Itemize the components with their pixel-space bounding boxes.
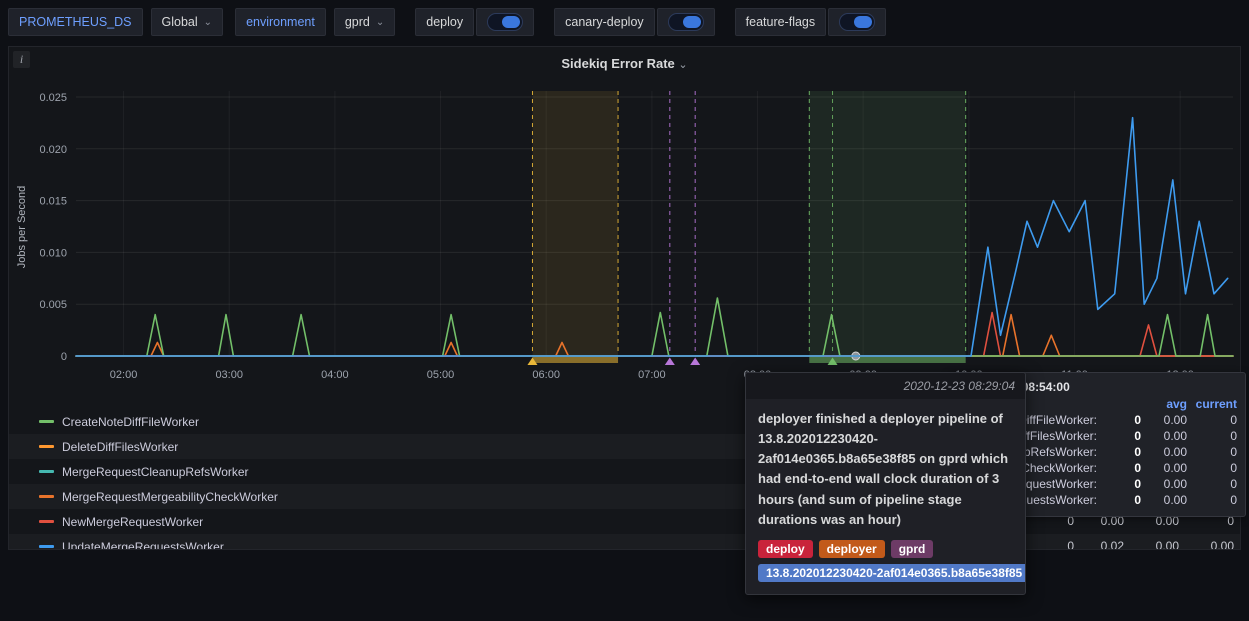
tooltip-col-avg: avg: [1166, 397, 1187, 411]
legend-item-label: DeleteDiffFilesWorker: [62, 440, 178, 454]
y-tick-label: 0.025: [39, 92, 67, 104]
toggle-track: [668, 13, 704, 31]
chevron-down-icon: ⌄: [678, 59, 687, 71]
legend-color-dash: [39, 545, 54, 548]
toggle-label-deploy: deploy: [415, 8, 474, 36]
annotation-tags: deploydeployergprd13.8.202012230420-2af0…: [758, 540, 1013, 582]
x-tick-label: 06:00: [532, 369, 560, 381]
tooltip-cell: 0: [1230, 412, 1237, 428]
tooltip-cell: 0: [1134, 428, 1141, 444]
tooltip-cell: 0.00: [1164, 492, 1187, 508]
legend-item-label: UpdateMergeRequestsWorker: [62, 540, 224, 551]
variable-label-environment[interactable]: environment: [235, 8, 326, 36]
tooltip-cell: 0: [1230, 444, 1237, 460]
legend-value: 0: [1067, 534, 1074, 550]
legend-color-dash: [39, 520, 54, 523]
x-tick-label: 04:00: [321, 369, 349, 381]
toggle-knob: [683, 16, 701, 28]
annotation-body: deployer finished a deployer pipeline of…: [746, 399, 1025, 594]
annotation-tag-gprd[interactable]: gprd: [891, 540, 934, 558]
legend-value: 0.00: [1211, 534, 1234, 550]
tooltip-cell: 0.00: [1164, 412, 1187, 428]
environment-value: gprd: [345, 15, 370, 29]
legend-value: 0.02: [1101, 534, 1124, 550]
legend-item-label: MergeRequestCleanupRefsWorker: [62, 465, 249, 479]
tooltip-cell: 0: [1134, 460, 1141, 476]
annotation-popup: 2020-12-23 08:29:04 deployer finished a …: [745, 372, 1026, 595]
x-tick-label: 05:00: [427, 369, 455, 381]
annotation-region-band: [532, 357, 618, 364]
series-line-MergeRequestMergeabilityCheckWorker: [76, 315, 1233, 356]
datasource-value-dropdown[interactable]: Global ⌄: [151, 8, 224, 36]
y-tick-label: 0.015: [39, 196, 67, 208]
annotation-region: [532, 91, 618, 356]
legend-item-label: MergeRequestMergeabilityCheckWorker: [62, 490, 278, 504]
x-tick-label: 07:00: [638, 369, 666, 381]
deploy-toggle[interactable]: [476, 8, 534, 36]
panel-title-text: Sidekiq Error Rate: [561, 56, 674, 71]
x-tick-label: 03:00: [215, 369, 243, 381]
y-tick-label: 0: [61, 351, 67, 363]
y-tick-label: 0.005: [39, 299, 67, 311]
tooltip-cell: 0: [1230, 460, 1237, 476]
tooltip-cell: 0.00: [1164, 444, 1187, 460]
annotation-marker: [690, 358, 700, 366]
legend-item-label: NewMergeRequestWorker: [62, 515, 203, 529]
annotation-text: deployer finished a deployer pipeline of…: [758, 409, 1013, 530]
tooltip-cell: 0: [1134, 492, 1141, 508]
datasource-picker[interactable]: PROMETHEUS_DS: [8, 8, 143, 36]
environment-value-dropdown[interactable]: gprd ⌄: [334, 8, 395, 36]
tooltip-cell: 0: [1230, 428, 1237, 444]
canary-deploy-toggle[interactable]: [657, 8, 715, 36]
toggle-knob: [502, 16, 520, 28]
chevron-down-icon: ⌄: [376, 17, 384, 28]
annotation-marker: [665, 358, 675, 366]
tooltip-cell: 0.00: [1164, 476, 1187, 492]
annotation-tag-13.8.202012230420-2af014e0365.b8a65e38f85[interactable]: 13.8.202012230420-2af014e0365.b8a65e38f8…: [758, 564, 1026, 582]
chevron-down-icon: ⌄: [204, 17, 212, 28]
legend-color-dash: [39, 420, 54, 423]
y-tick-label: 0.020: [39, 144, 67, 156]
legend-item-UpdateMergeRequestsWorker[interactable]: UpdateMergeRequestsWorker 0 0.02 0.00 0.00: [9, 534, 1240, 550]
toolbar: PROMETHEUS_DS Global ⌄ environment gprd …: [0, 0, 1249, 44]
annotation-timestamp: 2020-12-23 08:29:04: [746, 373, 1025, 399]
toggle-label-feature-flags: feature-flags: [735, 8, 826, 36]
tooltip-cell: 0: [1230, 492, 1237, 508]
tooltip-cell: 0: [1134, 476, 1141, 492]
legend-item-label: CreateNoteDiffFileWorker: [62, 415, 199, 429]
series-line-CreateNoteDiffFileWorker: [76, 298, 1233, 356]
toggle-track: [487, 13, 523, 31]
y-tick-label: 0.010: [39, 247, 67, 259]
legend-color-dash: [39, 470, 54, 473]
feature-flags-toggle[interactable]: [828, 8, 886, 36]
datasource-value: Global: [162, 15, 198, 29]
legend-value: 0.00: [1156, 534, 1179, 550]
tooltip-cell: 0: [1230, 476, 1237, 492]
toggle-track: [839, 13, 875, 31]
toggle-label-canary-deploy: canary-deploy: [554, 8, 655, 36]
legend-color-dash: [39, 495, 54, 498]
panel-title[interactable]: Sidekiq Error Rate ⌄: [9, 56, 1240, 71]
tooltip-col-current: current: [1196, 397, 1237, 411]
tooltip-cell: 0: [1134, 444, 1141, 460]
info-icon[interactable]: i: [13, 51, 30, 68]
legend-color-dash: [39, 445, 54, 448]
series-line-NewMergeRequestWorker: [76, 313, 1233, 357]
y-axis-label: Jobs per Second: [16, 186, 28, 269]
annotation-tag-deploy[interactable]: deploy: [758, 540, 813, 558]
tooltip-cell: 0.00: [1164, 428, 1187, 444]
tooltip-cell: 0: [1134, 412, 1141, 428]
tooltip-cell: 0.00: [1164, 460, 1187, 476]
annotation-tag-deployer[interactable]: deployer: [819, 540, 885, 558]
toggle-knob: [854, 16, 872, 28]
x-tick-label: 02:00: [110, 369, 138, 381]
